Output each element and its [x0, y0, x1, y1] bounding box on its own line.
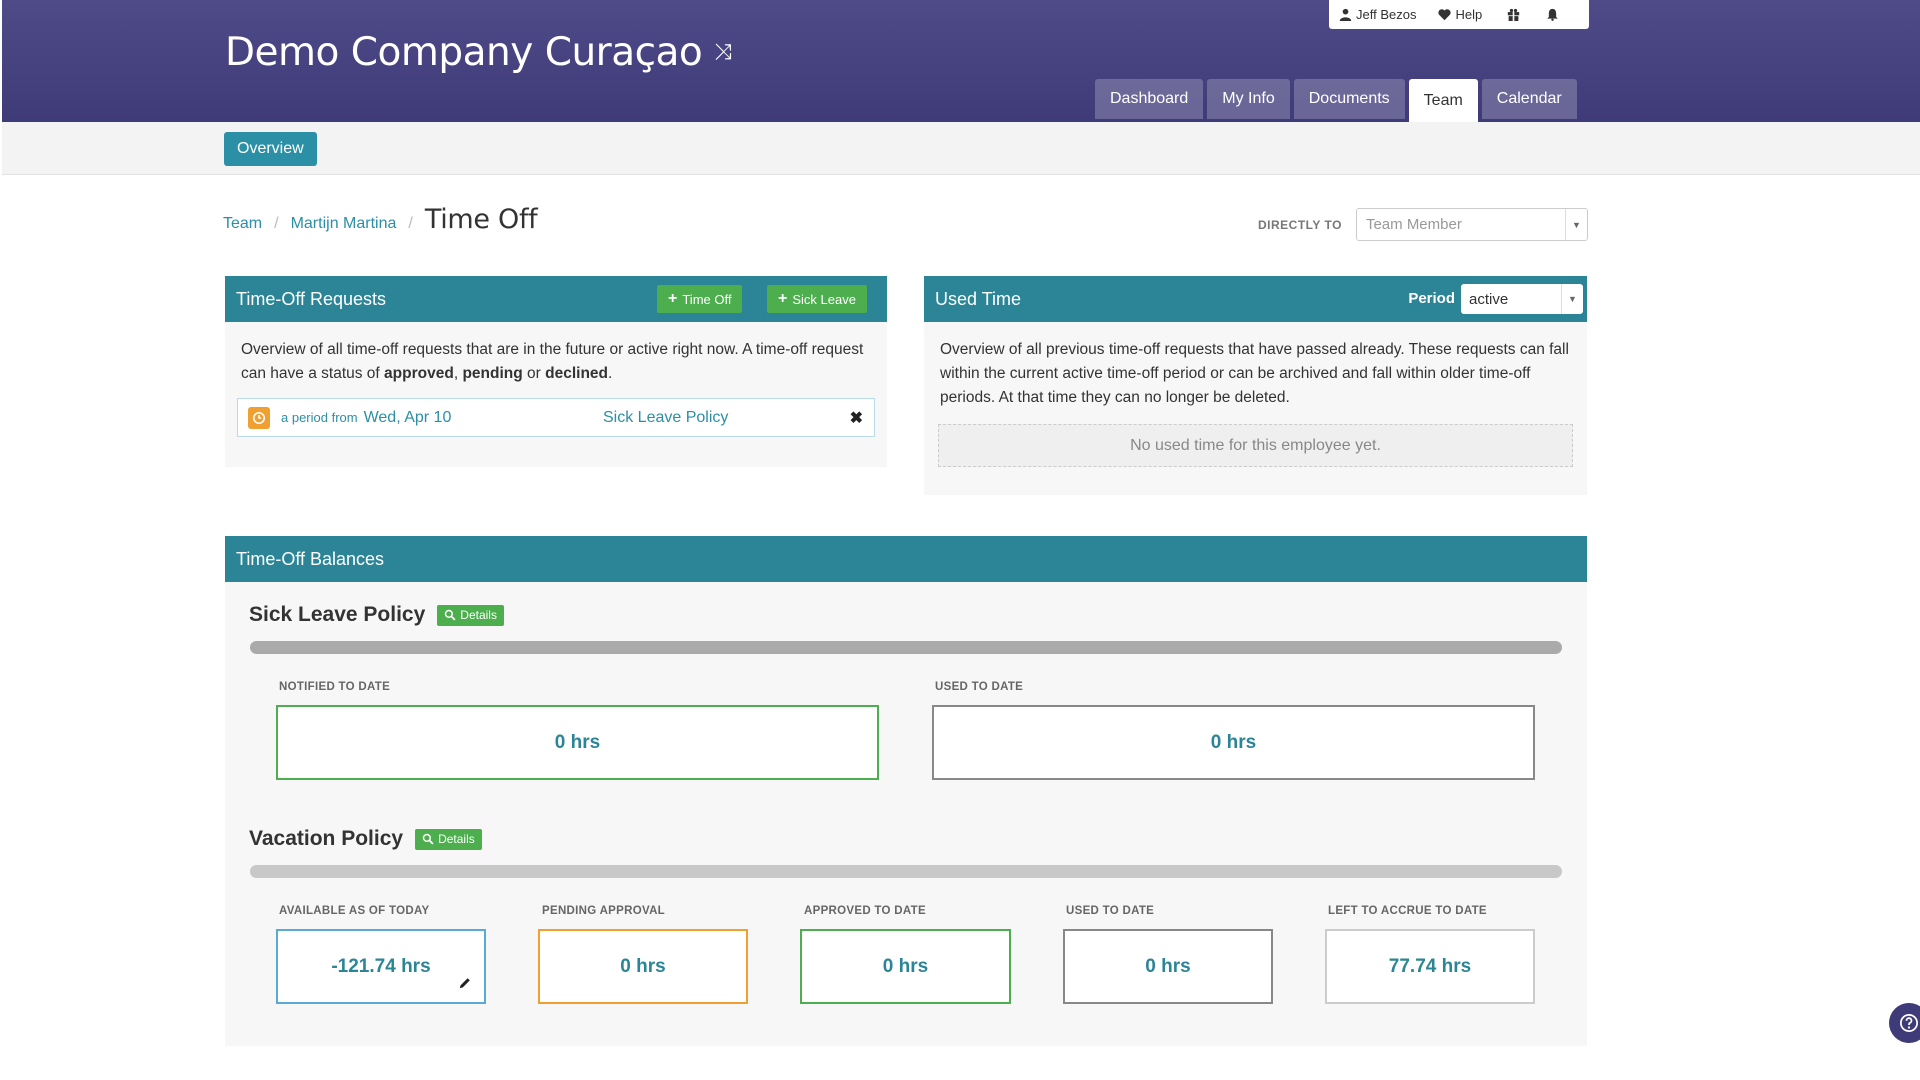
panel-title: Time-Off Balances — [236, 548, 385, 569]
time-off-requests-panel: Time-Off Requests + Time Off + Sick Leav… — [225, 276, 887, 467]
tab-calendar[interactable]: Calendar — [1481, 79, 1577, 119]
used-time-header: Used Time Period active ▼ — [924, 276, 1587, 322]
period-label: Period — [1408, 290, 1455, 307]
team-member-placeholder: Team Member — [1365, 216, 1462, 233]
tab-dashboard[interactable]: Dashboard — [1095, 79, 1204, 119]
vacation-used-to-date-value: 0 hrs — [1063, 929, 1273, 1004]
user-bar: Jeff Bezos Help — [1329, 0, 1589, 29]
tab-team[interactable]: Team — [1408, 79, 1478, 122]
time-off-balances-header: Time-Off Balances — [225, 536, 1587, 582]
panel-title: Time-Off Requests — [236, 288, 387, 309]
gift-icon[interactable] — [1494, 8, 1533, 21]
add-sick-leave-button[interactable]: + Sick Leave — [767, 285, 867, 313]
user-menu[interactable]: Jeff Bezos — [1339, 7, 1428, 22]
status-approved: approved — [384, 365, 454, 382]
company-name: Demo Company Curaçao — [225, 30, 703, 75]
panel-title: Used Time — [935, 288, 1022, 309]
pencil-icon[interactable] — [458, 976, 472, 990]
breadcrumb: Team / Martijn Martina / Time Off — [223, 204, 538, 235]
stat-label: APPROVED TO DATE — [804, 905, 926, 917]
stat-label: LEFT TO ACCRUE TO DATE — [1328, 905, 1487, 917]
help-label: Help — [1455, 7, 1483, 22]
policy-name: Sick Leave Policy — [249, 603, 426, 626]
search-icon — [445, 609, 456, 621]
tab-documents[interactable]: Documents — [1293, 79, 1405, 119]
question-icon — [1900, 1014, 1918, 1032]
available-value: -121.74 hrs — [331, 955, 431, 977]
plus-icon: + — [778, 290, 788, 307]
add-sick-leave-label: Sick Leave — [792, 291, 856, 307]
approved-to-date-value: 0 hrs — [800, 929, 1011, 1004]
overview-button[interactable]: Overview — [224, 132, 317, 166]
period-prefix: a period from — [281, 410, 358, 425]
directly-to-label: DIRECTLY TO — [1258, 217, 1342, 232]
stat-label: AVAILABLE AS OF TODAY — [279, 905, 430, 917]
add-time-off-label: Time Off — [682, 291, 732, 307]
requests-description: Overview of all time-off requests that a… — [225, 322, 887, 400]
stat-label: USED TO DATE — [935, 681, 1024, 693]
plus-icon: + — [668, 290, 678, 307]
breadcrumb-separator: / — [408, 215, 413, 232]
chevron-down-icon: ▼ — [1564, 209, 1587, 240]
desc-or: or — [522, 365, 546, 382]
available-as-of-today-value[interactable]: -121.74 hrs — [276, 929, 486, 1004]
period-select[interactable]: active ▼ — [1461, 284, 1583, 314]
used-time-empty-state: No used time for this employee yet. — [938, 424, 1573, 467]
team-member-select[interactable]: Team Member ▼ — [1355, 208, 1588, 241]
status-pending: pending — [462, 365, 523, 382]
used-time-description: Overview of all previous time-off reques… — [940, 341, 1569, 406]
vacation-progress-bar — [250, 865, 1562, 878]
user-name: Jeff Bezos — [1356, 7, 1417, 22]
close-icon[interactable]: ✖ — [850, 408, 863, 428]
sick-leave-progress-bar — [250, 641, 1562, 654]
company-title[interactable]: Demo Company Curaçao ⤨ — [225, 30, 732, 75]
used-time-panel: Used Time Period active ▼ Overview of al… — [924, 276, 1587, 495]
policy-name: Vacation Policy — [249, 827, 404, 850]
tab-my-info[interactable]: My Info — [1207, 79, 1290, 119]
vacation-policy-title: Vacation Policy Details — [249, 827, 482, 851]
details-label: Details — [438, 832, 475, 846]
sick-leave-details-button[interactable]: Details — [437, 604, 504, 626]
pending-approval-value: 0 hrs — [538, 929, 748, 1004]
shuffle-icon[interactable]: ⤨ — [714, 40, 732, 65]
status-declined: declined — [545, 365, 609, 382]
request-date[interactable]: Wed, Apr 10 — [364, 409, 452, 427]
help-chat-button[interactable] — [1889, 1003, 1920, 1043]
time-off-request-row[interactable]: a period from Wed, Apr 10 Sick Leave Pol… — [237, 398, 875, 437]
stat-label: NOTIFIED TO DATE — [279, 681, 391, 693]
page-title: Time Off — [424, 204, 538, 235]
used-to-date-value: 0 hrs — [932, 705, 1535, 780]
add-time-off-button[interactable]: + Time Off — [657, 285, 743, 313]
details-label: Details — [460, 608, 497, 622]
clock-icon — [248, 406, 270, 429]
heart-icon — [1438, 9, 1452, 21]
desc-dot: . — [608, 365, 613, 382]
request-policy[interactable]: Sick Leave Policy — [603, 409, 728, 427]
notified-to-date-value: 0 hrs — [276, 705, 879, 780]
user-icon — [1339, 8, 1352, 21]
breadcrumb-person[interactable]: Martijn Martina — [291, 215, 397, 233]
left-to-accrue-value: 77.74 hrs — [1325, 929, 1535, 1004]
time-off-requests-header: Time-Off Requests + Time Off + Sick Leav… — [225, 276, 887, 322]
chevron-down-icon: ▼ — [1561, 284, 1583, 314]
breadcrumb-separator: / — [274, 215, 279, 232]
sick-leave-policy-title: Sick Leave Policy Details — [249, 603, 504, 627]
bell-icon[interactable] — [1533, 8, 1572, 21]
breadcrumb-team[interactable]: Team — [223, 215, 262, 233]
vacation-details-button[interactable]: Details — [415, 828, 482, 850]
period-value: active — [1469, 290, 1509, 308]
stat-label: USED TO DATE — [1066, 905, 1155, 917]
search-icon — [422, 833, 434, 845]
stat-label: PENDING APPROVAL — [542, 905, 666, 917]
directly-to-filter: DIRECTLY TO Team Member ▼ — [1258, 208, 1588, 241]
main-nav: Dashboard My Info Documents Team Calenda… — [1095, 79, 1577, 122]
sub-nav: Overview — [2, 122, 1920, 175]
top-header: Demo Company Curaçao ⤨ Jeff Bezos Help D… — [2, 0, 1920, 122]
help-link[interactable]: Help — [1428, 7, 1494, 22]
